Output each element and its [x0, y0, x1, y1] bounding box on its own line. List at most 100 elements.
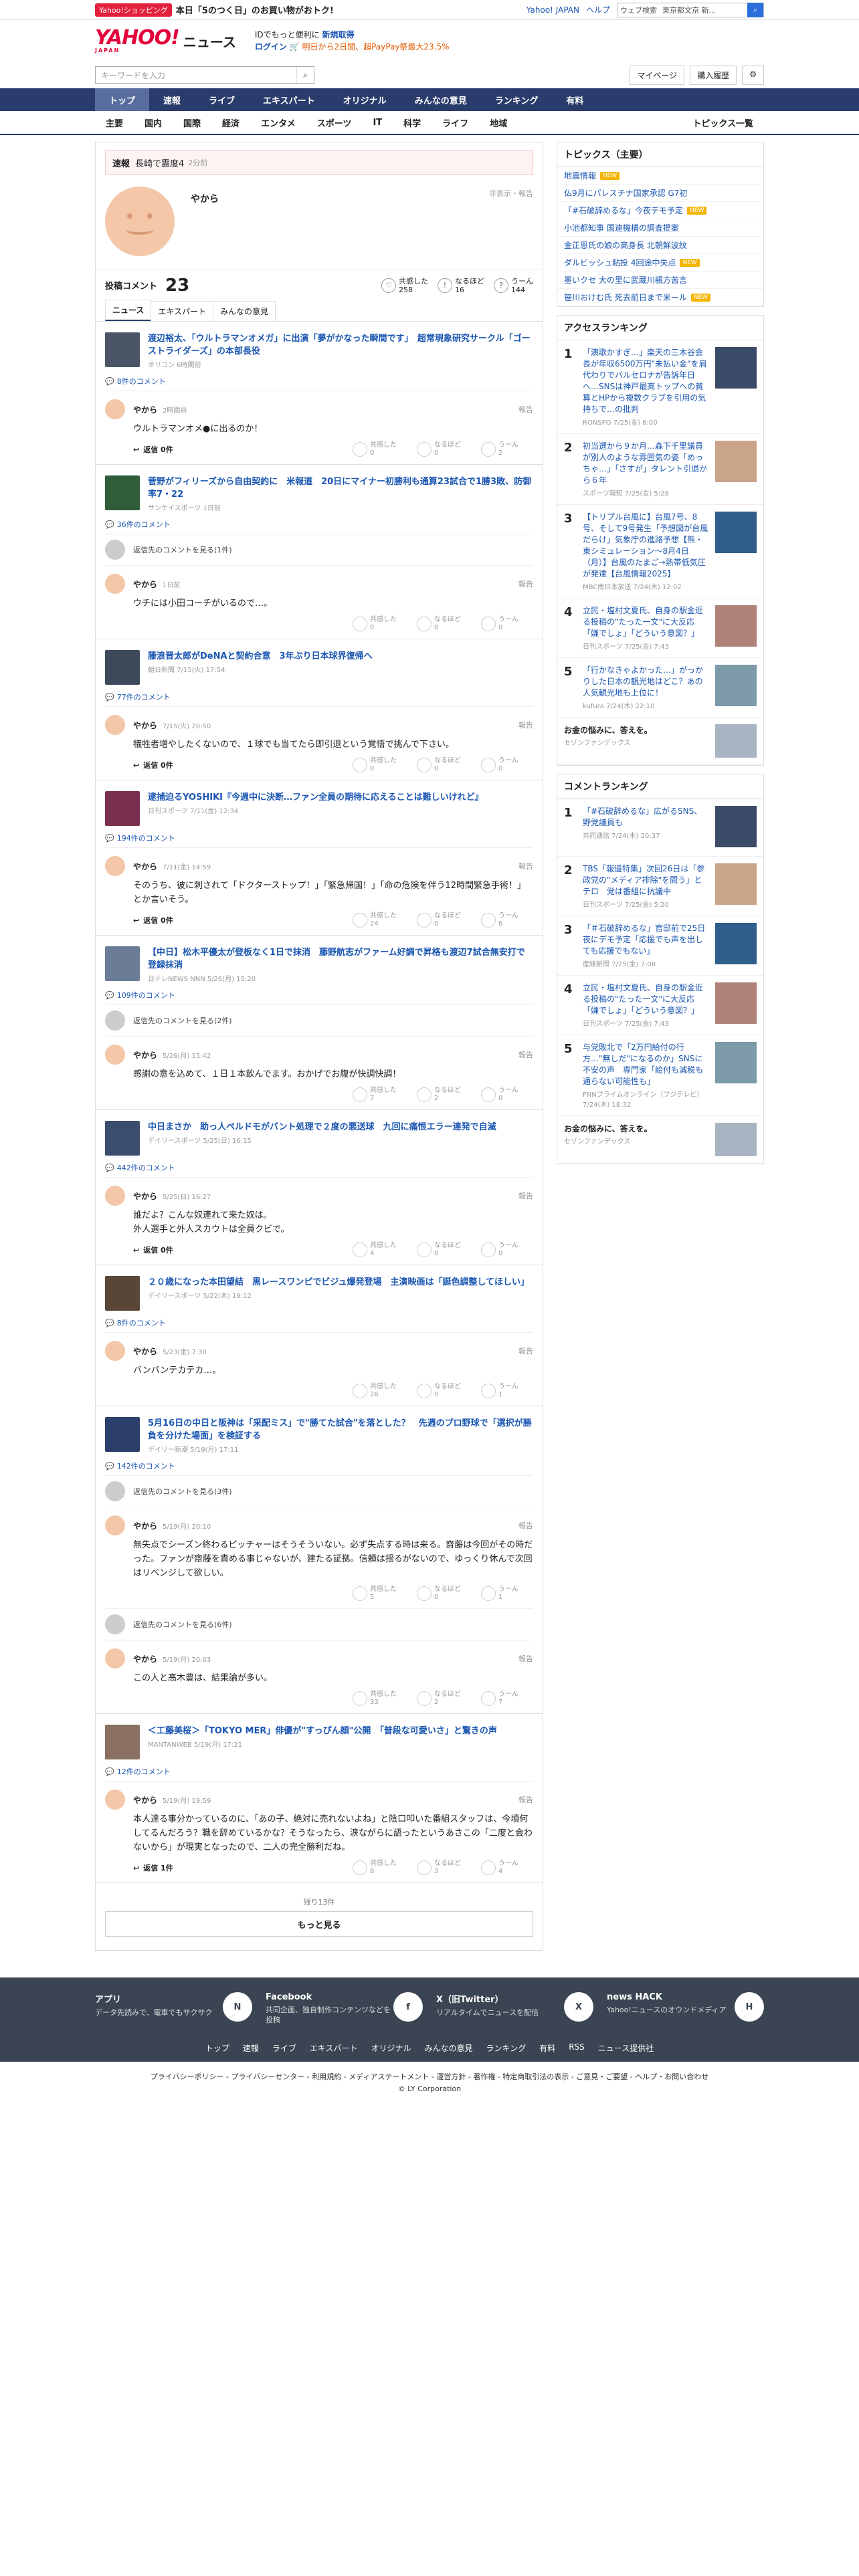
ranking-item[interactable]: 2 初当選から９か月…森下千里議員が別人のような雰囲気の姿「めっちゃ…」「さすが」…: [557, 434, 763, 505]
report-link[interactable]: 報告: [518, 1346, 533, 1356]
comment-count-link[interactable]: 💬 12件のコメント: [105, 1766, 533, 1777]
hmm-vote-button[interactable]: うーん 0: [481, 757, 533, 773]
nav-live[interactable]: ライブ: [195, 88, 249, 111]
empathy-vote-button[interactable]: 共感した 26: [353, 1383, 405, 1399]
understood-vote-button[interactable]: なるほど 0: [417, 912, 469, 928]
shopping-badge[interactable]: Yahoo!ショッピング: [95, 3, 172, 17]
empathy-vote-button[interactable]: 共感した 24: [353, 912, 405, 928]
understood-vote-button[interactable]: なるほど 0: [417, 1383, 469, 1399]
breaking-news-bar[interactable]: 速報 長崎で震度4 2分前: [105, 150, 533, 175]
empathy-vote-button[interactable]: 共感した 0: [353, 616, 405, 632]
nav-sub-item[interactable]: IT: [362, 118, 393, 128]
comment-author[interactable]: やから: [133, 1520, 157, 1531]
login-link[interactable]: ログイン: [255, 42, 287, 51]
nav-sub-item[interactable]: 主要: [95, 116, 134, 129]
nav-expert[interactable]: エキスパート: [249, 88, 329, 111]
reply-parent-link[interactable]: 返信先のコメントを見る(1件): [105, 534, 533, 565]
footer-promo[interactable]: Facebook 共同企画、独自制作コンテンツなどを投稿 f: [266, 1992, 423, 2025]
article-link[interactable]: ２０歳になった本田望結 黒レースワンピでビジュ爆発登場 主演映画は「誕色調整して…: [105, 1276, 533, 1311]
comment-author[interactable]: やから: [133, 578, 157, 590]
help-link[interactable]: ヘルプ: [586, 4, 610, 15]
paypay-promo-link[interactable]: 🛒 明日から2日間、超PayPay祭最大23.5%: [290, 42, 450, 51]
promo-text[interactable]: 本日「5のつく日」のお買い物がおトク!: [176, 3, 334, 16]
comment-author[interactable]: やから: [133, 1653, 157, 1665]
ranking-item[interactable]: 3 【トリプル台風に】台風7号、8号、そして9号発生「予想図が台風だらけ」気象庁の…: [557, 505, 763, 599]
tab-news[interactable]: ニュース: [105, 300, 152, 321]
empathy-vote-button[interactable]: 共感した 7: [353, 1087, 405, 1103]
ranking-item[interactable]: 1 「演歌かすぎ…」楽天の三木谷会長が年収6500万円"未払い金"を肩代わりでバル…: [557, 340, 763, 434]
topic-item[interactable]: ダルビッシュ粘投 4回途中失点 NEW: [557, 254, 763, 272]
comment-author[interactable]: やから: [133, 1346, 157, 1357]
nav-sub-item[interactable]: スポーツ: [306, 116, 363, 129]
topic-item[interactable]: 「#石破辞めるな」今夜デモ予定 NEW: [557, 202, 763, 219]
comment-author[interactable]: やから: [133, 861, 157, 872]
ranking-item[interactable]: 5 「行かなきゃよかった…」がっかりした日本の観光地はどこ？あの人気観光地も上位に…: [557, 658, 763, 718]
nav-sub-item[interactable]: 国内: [134, 116, 173, 129]
comment-count-link[interactable]: 💬 194件のコメント: [105, 833, 533, 843]
article-title[interactable]: 藤浪晋太郎がDeNAと契約合意 3年ぶり日本球界復帰へ: [148, 650, 373, 663]
search-icon[interactable]: ⌕: [747, 2, 763, 17]
footer-nav-link[interactable]: エキスパート: [310, 2042, 358, 2054]
understood-vote-button[interactable]: なるほど 0: [417, 441, 469, 457]
report-link[interactable]: 報告: [518, 1794, 533, 1805]
article-title[interactable]: ２０歳になった本田望結 黒レースワンピでビジュ爆発登場 主演映画は「誕色調整して…: [148, 1276, 529, 1289]
search-icon[interactable]: ⌕: [296, 67, 314, 83]
topic-item[interactable]: 墨いクセ 大の里に武蔵川親方苦言: [557, 272, 763, 289]
article-title[interactable]: 菅野がフィリーズから自由契約に 米報道 20日にマイナー初勝利も通算23試合で1…: [148, 475, 533, 501]
comment-count-link[interactable]: 💬 8件のコメント: [105, 376, 533, 387]
yahoo-japan-link[interactable]: Yahoo! JAPAN: [527, 5, 579, 15]
hmm-vote-button[interactable]: うーん 1: [481, 1383, 533, 1399]
ranking-item[interactable]: 5 与党敗北で「2万円給付の行方…"無しだ"になるのか」SNSに不安の声 専門家「…: [557, 1035, 763, 1116]
nav-top[interactable]: トップ: [95, 88, 150, 111]
report-link[interactable]: 報告: [518, 1653, 533, 1664]
topic-item[interactable]: 地震情報 NEW: [557, 167, 763, 185]
hmm-vote-button[interactable]: うーん 4: [481, 1860, 533, 1876]
comment-count-link[interactable]: 💬 8件のコメント: [105, 1317, 533, 1328]
hmm-vote-button[interactable]: うーん 0: [481, 1087, 533, 1103]
article-title[interactable]: ＜工藤美桜＞「TOKYO MER」俳優が"すっぴん顔"公開 「普段な可愛いさ」と…: [148, 1725, 497, 1737]
ranking-item[interactable]: 2 TBS「報道特集」次回26日は「参政党の"メディア排除"を問う」とテロ 党は番…: [557, 857, 763, 916]
hmm-vote-button[interactable]: うーん 7: [481, 1691, 533, 1707]
news-search-input[interactable]: キーワードを入力 ⌕: [95, 66, 314, 84]
article-link[interactable]: 【中日】松木平優太が登板なく1日で抹消 藤野航志がファーム好調で昇格も渡辺7試合…: [105, 946, 533, 983]
nav-paid[interactable]: 有料: [552, 88, 597, 111]
yahoo-logo[interactable]: YAHOO! JAPAN: [95, 28, 180, 53]
understood-vote-button[interactable]: なるほど 0: [417, 1586, 469, 1602]
hmm-vote-button[interactable]: うーん 1: [481, 1586, 533, 1602]
topic-item[interactable]: 仏9月にパレスチナ国家承認 G7初: [557, 185, 763, 202]
nav-ranking[interactable]: ランキング: [481, 88, 553, 111]
topic-item[interactable]: 笹川おけむ氏 死去前日まで米ール NEW: [557, 289, 763, 306]
article-title[interactable]: 逮捕迫るYOSHIKI『今週中に決断…ファン全員の期待に応えることは難しいけれど…: [148, 791, 484, 804]
hmm-vote-button[interactable]: うーん 0: [481, 616, 533, 632]
empathy-vote-button[interactable]: 共感した 5: [353, 1586, 405, 1602]
ranking-item[interactable]: 4 立民・塩村文夏氏、自身の駅金近る投稿の"たった一文"に大反応「嫌でしょ」「どう…: [557, 976, 763, 1035]
article-link[interactable]: 中日まさか 助っ人ペルドモがバント処理で２度の悪送球 九回に痛恨エラー連発で自滅…: [105, 1121, 533, 1156]
ranking-item[interactable]: 4 立民・塩村文夏氏、自身の駅金近る投稿の"たった一文"に大反応「嫌でしょ」「どう…: [557, 599, 763, 658]
article-link[interactable]: ＜工藤美桜＞「TOKYO MER」俳優が"すっぴん顔"公開 「普段な可愛いさ」と…: [105, 1725, 533, 1759]
mypage-button[interactable]: マイページ: [630, 65, 685, 85]
nav-sub-item[interactable]: 地域: [479, 116, 518, 129]
nav-original[interactable]: オリジナル: [329, 88, 401, 111]
nav-opinions[interactable]: みんなの意見: [401, 88, 481, 111]
footer-promo[interactable]: アプリ データ先読みで、電車でもサクサク N: [95, 1992, 252, 2025]
topics-list-link[interactable]: トピックス一覧: [682, 116, 764, 129]
nav-sub-item[interactable]: 国際: [173, 116, 211, 129]
topic-item[interactable]: 小池都知事 国連機構の調査提案: [557, 219, 763, 237]
ad-item[interactable]: お金の悩みに、答えを。 セゾンファンデックス: [557, 1116, 763, 1164]
hmm-vote-button[interactable]: うーん 2: [481, 441, 533, 457]
understood-vote-button[interactable]: なるほど 3: [417, 1860, 469, 1876]
hmm-vote-button[interactable]: うーん 6: [481, 912, 533, 928]
footer-nav-link[interactable]: ランキング: [486, 2042, 527, 2054]
nav-sub-item[interactable]: 経済: [211, 116, 250, 129]
report-link[interactable]: 報告: [518, 861, 533, 871]
article-link[interactable]: 5月16日の中日と阪神は「采配ミス」で"勝てた試合"を落とした？ 先週のプロ野球…: [105, 1417, 533, 1454]
comment-count-link[interactable]: 💬 109件のコメント: [105, 990, 533, 1000]
gear-icon[interactable]: ⚙: [742, 65, 764, 85]
reply-parent-link[interactable]: 返信先のコメントを見る(6件): [105, 1608, 533, 1640]
report-link[interactable]: 報告: [518, 404, 533, 415]
empathy-vote-button[interactable]: 共感した 0: [353, 757, 405, 773]
empathy-vote-button[interactable]: 共感した 8: [353, 1860, 405, 1876]
footer-nav-link[interactable]: オリジナル: [371, 2042, 411, 2054]
report-link[interactable]: 報告: [518, 1190, 533, 1201]
understood-vote-button[interactable]: なるほど 2: [417, 1087, 469, 1103]
